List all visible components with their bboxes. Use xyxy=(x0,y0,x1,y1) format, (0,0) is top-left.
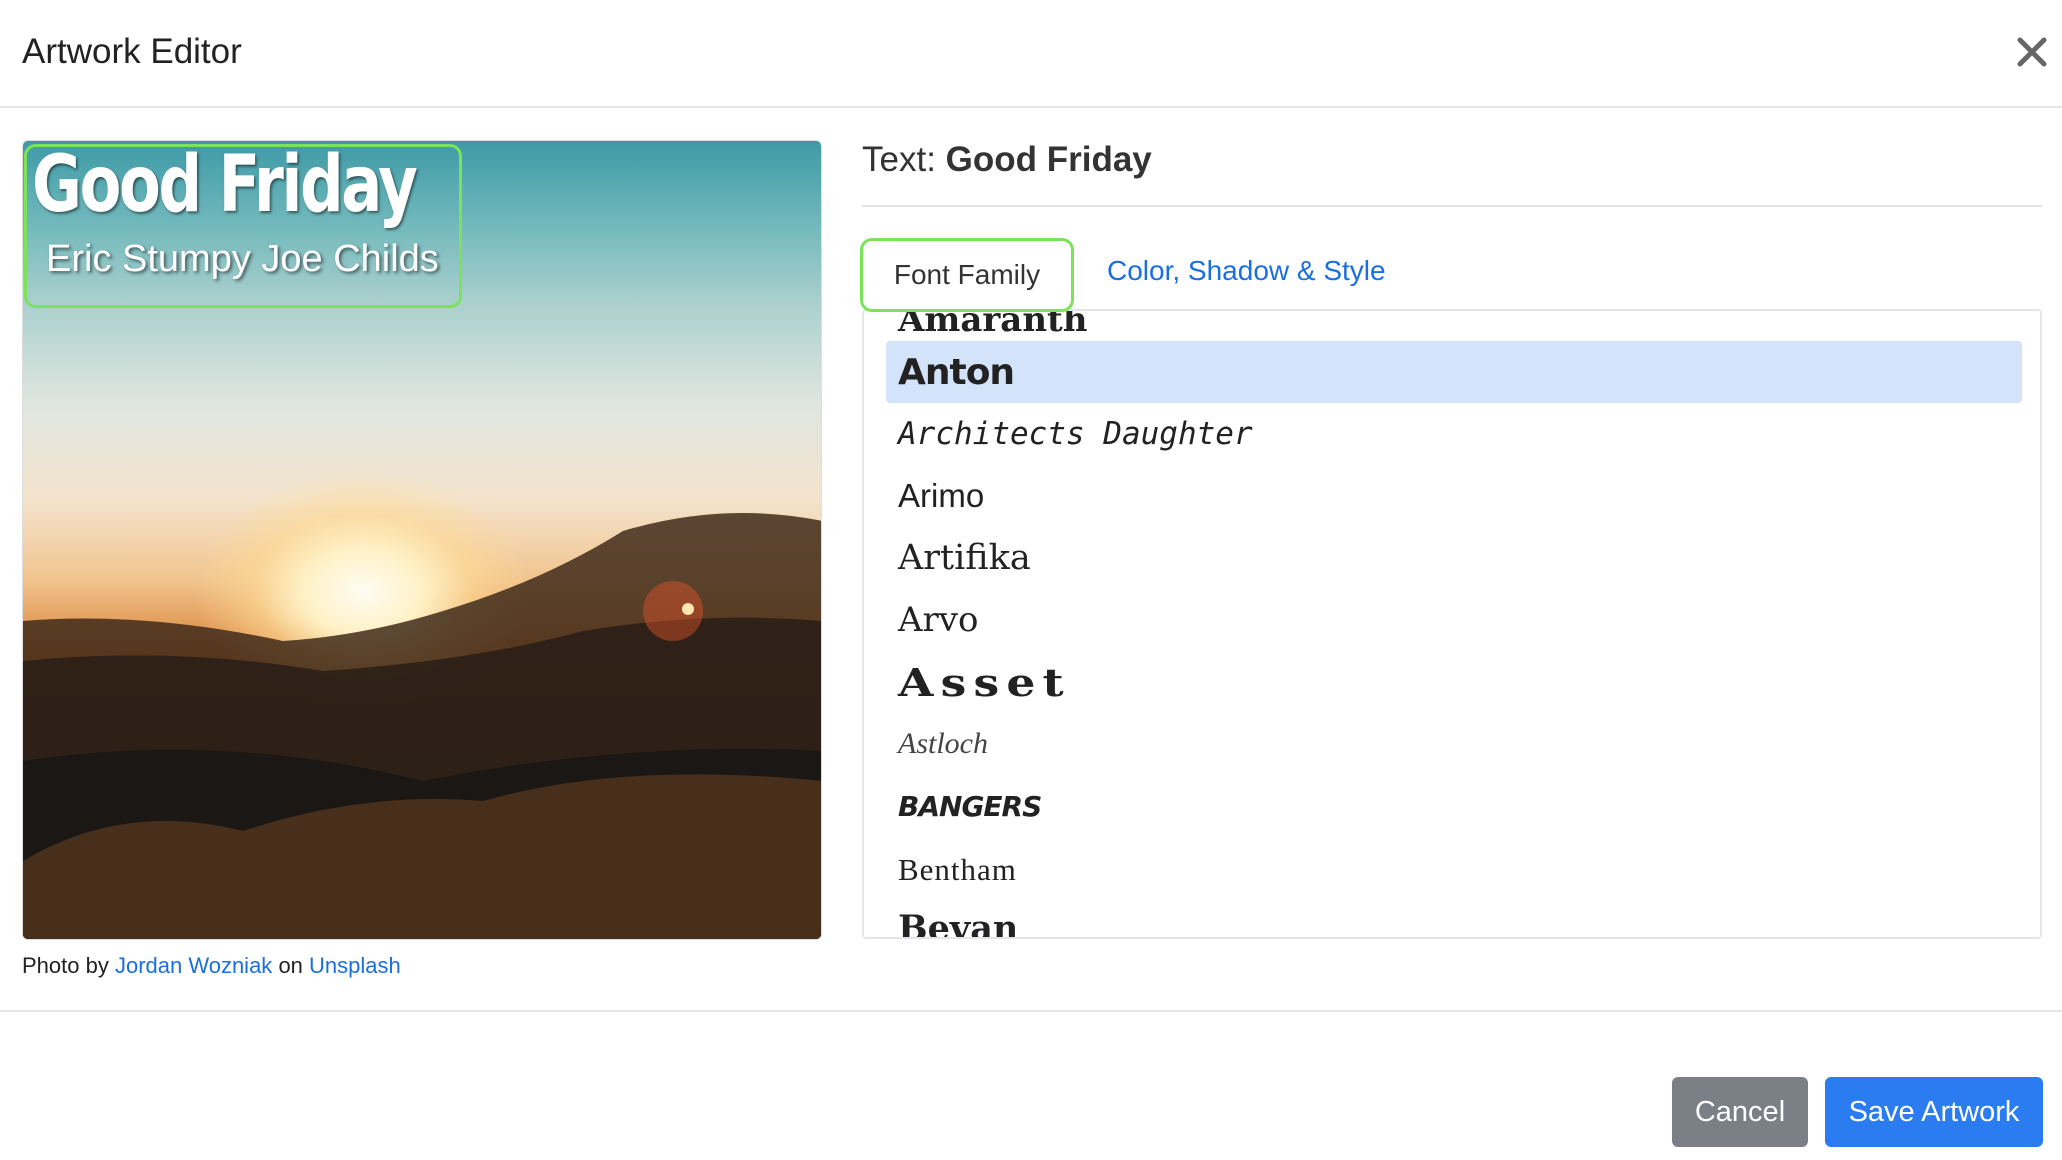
close-icon[interactable] xyxy=(2010,30,2054,74)
footer-divider xyxy=(0,1010,2062,1012)
font-item-architects-daughter[interactable]: Architects Daughter xyxy=(898,403,1253,465)
font-item-arimo[interactable]: Arimo xyxy=(898,465,984,527)
artwork-title-text[interactable]: Good Friday xyxy=(32,140,418,230)
font-item-bangers[interactable]: Bangers xyxy=(898,775,1042,837)
font-item-arvo[interactable]: Arvo xyxy=(898,589,978,651)
artwork-subtitle-text[interactable]: Eric Stumpy Joe Childs xyxy=(46,238,439,281)
cancel-button[interactable]: Cancel xyxy=(1672,1077,1808,1147)
photo-credit: Photo by Jordan Wozniak on Unsplash xyxy=(22,953,401,979)
text-heading: Text: Good Friday xyxy=(862,140,1152,180)
credit-on: on xyxy=(278,953,303,978)
credit-prefix: Photo by xyxy=(22,953,109,978)
tab-color-shadow-style[interactable]: Color, Shadow & Style xyxy=(1107,255,1386,287)
modal-header: Artwork Editor xyxy=(0,0,2062,108)
modal-title: Artwork Editor xyxy=(22,32,242,71)
font-item-bevan[interactable]: Bevan xyxy=(898,897,1018,938)
font-list[interactable]: Amaranth Anton Architects Daughter Arimo… xyxy=(862,309,2042,939)
font-item-anton[interactable]: Anton xyxy=(886,341,2022,403)
tab-font-family[interactable]: Font Family xyxy=(860,238,1074,312)
font-item-astloch[interactable]: Astloch xyxy=(898,713,988,775)
divider xyxy=(862,205,2042,207)
credit-author-link[interactable]: Jordan Wozniak xyxy=(115,953,272,978)
font-item-bentham[interactable]: Bentham xyxy=(898,839,1017,901)
text-label: Text: xyxy=(862,140,936,179)
font-item-asset[interactable]: Asset xyxy=(898,651,1071,713)
text-value: Good Friday xyxy=(945,140,1152,179)
artwork-editor-modal: Artwork Editor Good Friday Eric Stumpy J… xyxy=(0,0,2062,1160)
save-artwork-button[interactable]: Save Artwork xyxy=(1825,1077,2043,1147)
font-item-artifika[interactable]: Artifika xyxy=(898,527,1031,589)
credit-source-link[interactable]: Unsplash xyxy=(309,953,401,978)
